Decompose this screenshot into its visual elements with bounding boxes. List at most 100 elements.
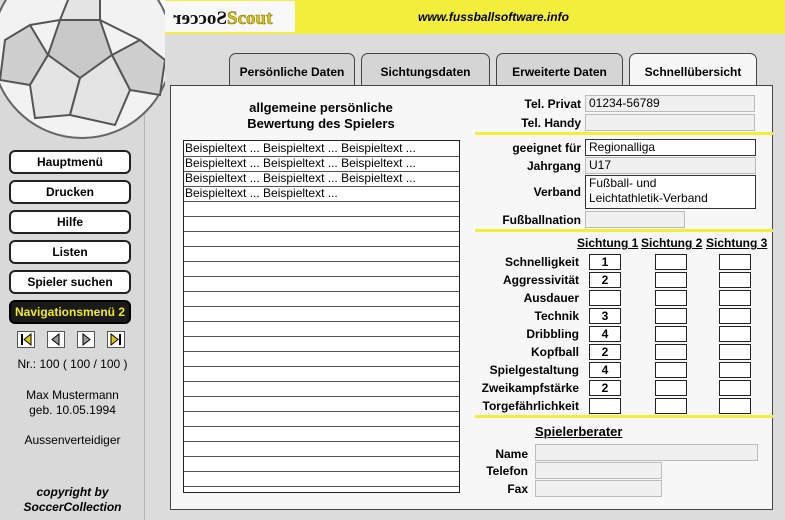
- record-counter: Nr.: 100 ( 100 / 100 ): [17, 357, 128, 371]
- rating-label: Zweikampfstärke: [481, 381, 579, 395]
- tab-schnelluebersicht[interactable]: Schnellübersicht: [629, 53, 757, 86]
- drucken-button[interactable]: Drucken: [9, 180, 131, 204]
- football-icon: [0, 0, 165, 140]
- spieler-suchen-button[interactable]: Spieler suchen: [9, 270, 131, 294]
- website-link[interactable]: www.fussballsoftware.info: [418, 10, 569, 24]
- player-name: Max Mustermann: [26, 388, 119, 402]
- first-record-icon: [21, 332, 32, 347]
- rating-sichtung-2-field[interactable]: [655, 272, 687, 288]
- tel-handy-field[interactable]: [585, 114, 755, 131]
- rating-sichtung-2-field[interactable]: [655, 398, 687, 414]
- berater-name-field[interactable]: [535, 444, 758, 461]
- rating-label: Schnelligkeit: [504, 255, 579, 269]
- sichtung-2-header: Sichtung 2: [641, 236, 703, 250]
- rating-label: Kopfball: [531, 345, 579, 359]
- rating-sichtung-3-field[interactable]: [719, 254, 751, 270]
- separator: [475, 229, 773, 232]
- rating-sichtung-3-field[interactable]: [719, 344, 751, 360]
- last-record-icon: [110, 332, 121, 347]
- rating-sichtung-3-field[interactable]: [719, 362, 751, 378]
- jahrgang-field[interactable]: U17: [585, 157, 756, 174]
- berater-name-label: Name: [495, 447, 528, 461]
- rating-sichtung-1-field[interactable]: 2: [589, 380, 621, 396]
- navigationsmenue-2-button[interactable]: Navigationsmenü 2: [9, 300, 131, 324]
- rating-sichtung-1-field[interactable]: [589, 290, 621, 306]
- evaluation-line: Beispieltext ... Beispieltext ... Beispi…: [185, 141, 416, 155]
- evaluation-line: Beispieltext ... Beispieltext ... Beispi…: [185, 171, 416, 185]
- rating-sichtung-3-field[interactable]: [719, 272, 751, 288]
- separator: [475, 415, 773, 418]
- player-position: Aussenverteidiger: [24, 433, 121, 447]
- berater-telefon-field[interactable]: [535, 462, 662, 479]
- rating-sichtung-1-field[interactable]: 4: [589, 362, 621, 378]
- sichtung-3-header: Sichtung 3: [706, 236, 768, 250]
- evaluation-title-line2: Bewertung des Spielers: [247, 116, 395, 131]
- copyright-line1: copyright by: [36, 485, 109, 499]
- copyright-line2: SoccerCollection: [23, 500, 122, 514]
- next-record-button[interactable]: [77, 331, 95, 348]
- fussballnation-label: Fußballnation: [502, 213, 581, 227]
- evaluation-line: Beispieltext ... Beispieltext ... Beispi…: [185, 156, 416, 170]
- tel-privat-field[interactable]: 01234-56789: [585, 95, 755, 112]
- svg-text:Soccer: Soccer: [173, 8, 227, 29]
- first-record-button[interactable]: [17, 331, 35, 348]
- rating-sichtung-3-field[interactable]: [719, 308, 751, 324]
- rating-label: Torgefährlichkeit: [482, 399, 579, 413]
- verband-label: Verband: [533, 185, 581, 199]
- geeignet-label: geeignet für: [512, 141, 581, 155]
- evaluation-title-line1: allgemeine persönliche: [249, 100, 393, 115]
- tab-sichtungsdaten[interactable]: Sichtungsdaten: [361, 53, 490, 85]
- spielerberater-title: Spielerberater: [535, 424, 623, 439]
- rating-label: Technik: [534, 309, 579, 323]
- rating-sichtung-1-field[interactable]: 4: [589, 326, 621, 342]
- rating-sichtung-1-field[interactable]: 3: [589, 308, 621, 324]
- rating-sichtung-2-field[interactable]: [655, 254, 687, 270]
- verband-field[interactable]: Fußball- und Leichtathletik-Verband: [585, 175, 756, 209]
- rating-label: Spielgestaltung: [489, 363, 579, 377]
- rating-label: Ausdauer: [523, 291, 579, 305]
- jahrgang-label: Jahrgang: [526, 159, 581, 173]
- rating-sichtung-3-field[interactable]: [719, 398, 751, 414]
- separator: [475, 132, 773, 135]
- rating-sichtung-3-field[interactable]: [719, 380, 751, 396]
- logo-soccer-scout-icon: Soccer Scout: [173, 8, 274, 30]
- rating-sichtung-2-field[interactable]: [655, 380, 687, 396]
- geeignet-field[interactable]: Regionalliga: [585, 139, 756, 156]
- rating-sichtung-2-field[interactable]: [655, 344, 687, 360]
- tab-erweiterte-daten[interactable]: Erweiterte Daten: [496, 53, 623, 85]
- sichtung-1-header: Sichtung 1: [577, 236, 639, 250]
- rating-sichtung-1-field[interactable]: 2: [589, 272, 621, 288]
- rating-sichtung-2-field[interactable]: [655, 326, 687, 342]
- logo: Soccer Scout: [165, 1, 295, 32]
- berater-fax-label: Fax: [507, 482, 528, 496]
- rating-label: Aggressivität: [502, 273, 579, 287]
- rating-sichtung-1-field[interactable]: [589, 398, 621, 414]
- evaluation-textarea[interactable]: Beispieltext ... Beispieltext ... Beispi…: [183, 140, 460, 493]
- rating-sichtung-3-field[interactable]: [719, 290, 751, 306]
- rating-sichtung-2-field[interactable]: [655, 308, 687, 324]
- evaluation-line: Beispieltext ... Beispieltext ...: [185, 186, 338, 200]
- next-record-icon: [82, 332, 91, 347]
- hilfe-button[interactable]: Hilfe: [9, 210, 131, 234]
- rating-sichtung-2-field[interactable]: [655, 290, 687, 306]
- previous-record-icon: [51, 332, 60, 347]
- rating-sichtung-1-field[interactable]: 2: [589, 344, 621, 360]
- listen-button[interactable]: Listen: [9, 240, 131, 264]
- rating-sichtung-1-field[interactable]: 1: [589, 254, 621, 270]
- player-birth: geb. 10.05.1994: [29, 403, 116, 417]
- last-record-button[interactable]: [107, 331, 125, 348]
- fussballnation-field[interactable]: [585, 211, 685, 228]
- rating-sichtung-2-field[interactable]: [655, 362, 687, 378]
- tel-handy-label: Tel. Handy: [521, 116, 581, 130]
- tel-privat-label: Tel. Privat: [524, 97, 581, 111]
- tab-persoenliche-daten[interactable]: Persönliche Daten: [229, 53, 355, 85]
- rating-sichtung-3-field[interactable]: [719, 326, 751, 342]
- verband-line1: Fußball- und: [589, 176, 657, 190]
- evaluation-title: allgemeine persönliche Bewertung des Spi…: [183, 100, 459, 132]
- hauptmenue-button[interactable]: Hauptmenü: [9, 150, 131, 174]
- berater-telefon-label: Telefon: [486, 464, 528, 478]
- berater-fax-field[interactable]: [535, 480, 662, 497]
- previous-record-button[interactable]: [47, 331, 65, 348]
- svg-text:Scout: Scout: [227, 8, 273, 29]
- verband-line2: Leichtathletik-Verband: [589, 191, 708, 205]
